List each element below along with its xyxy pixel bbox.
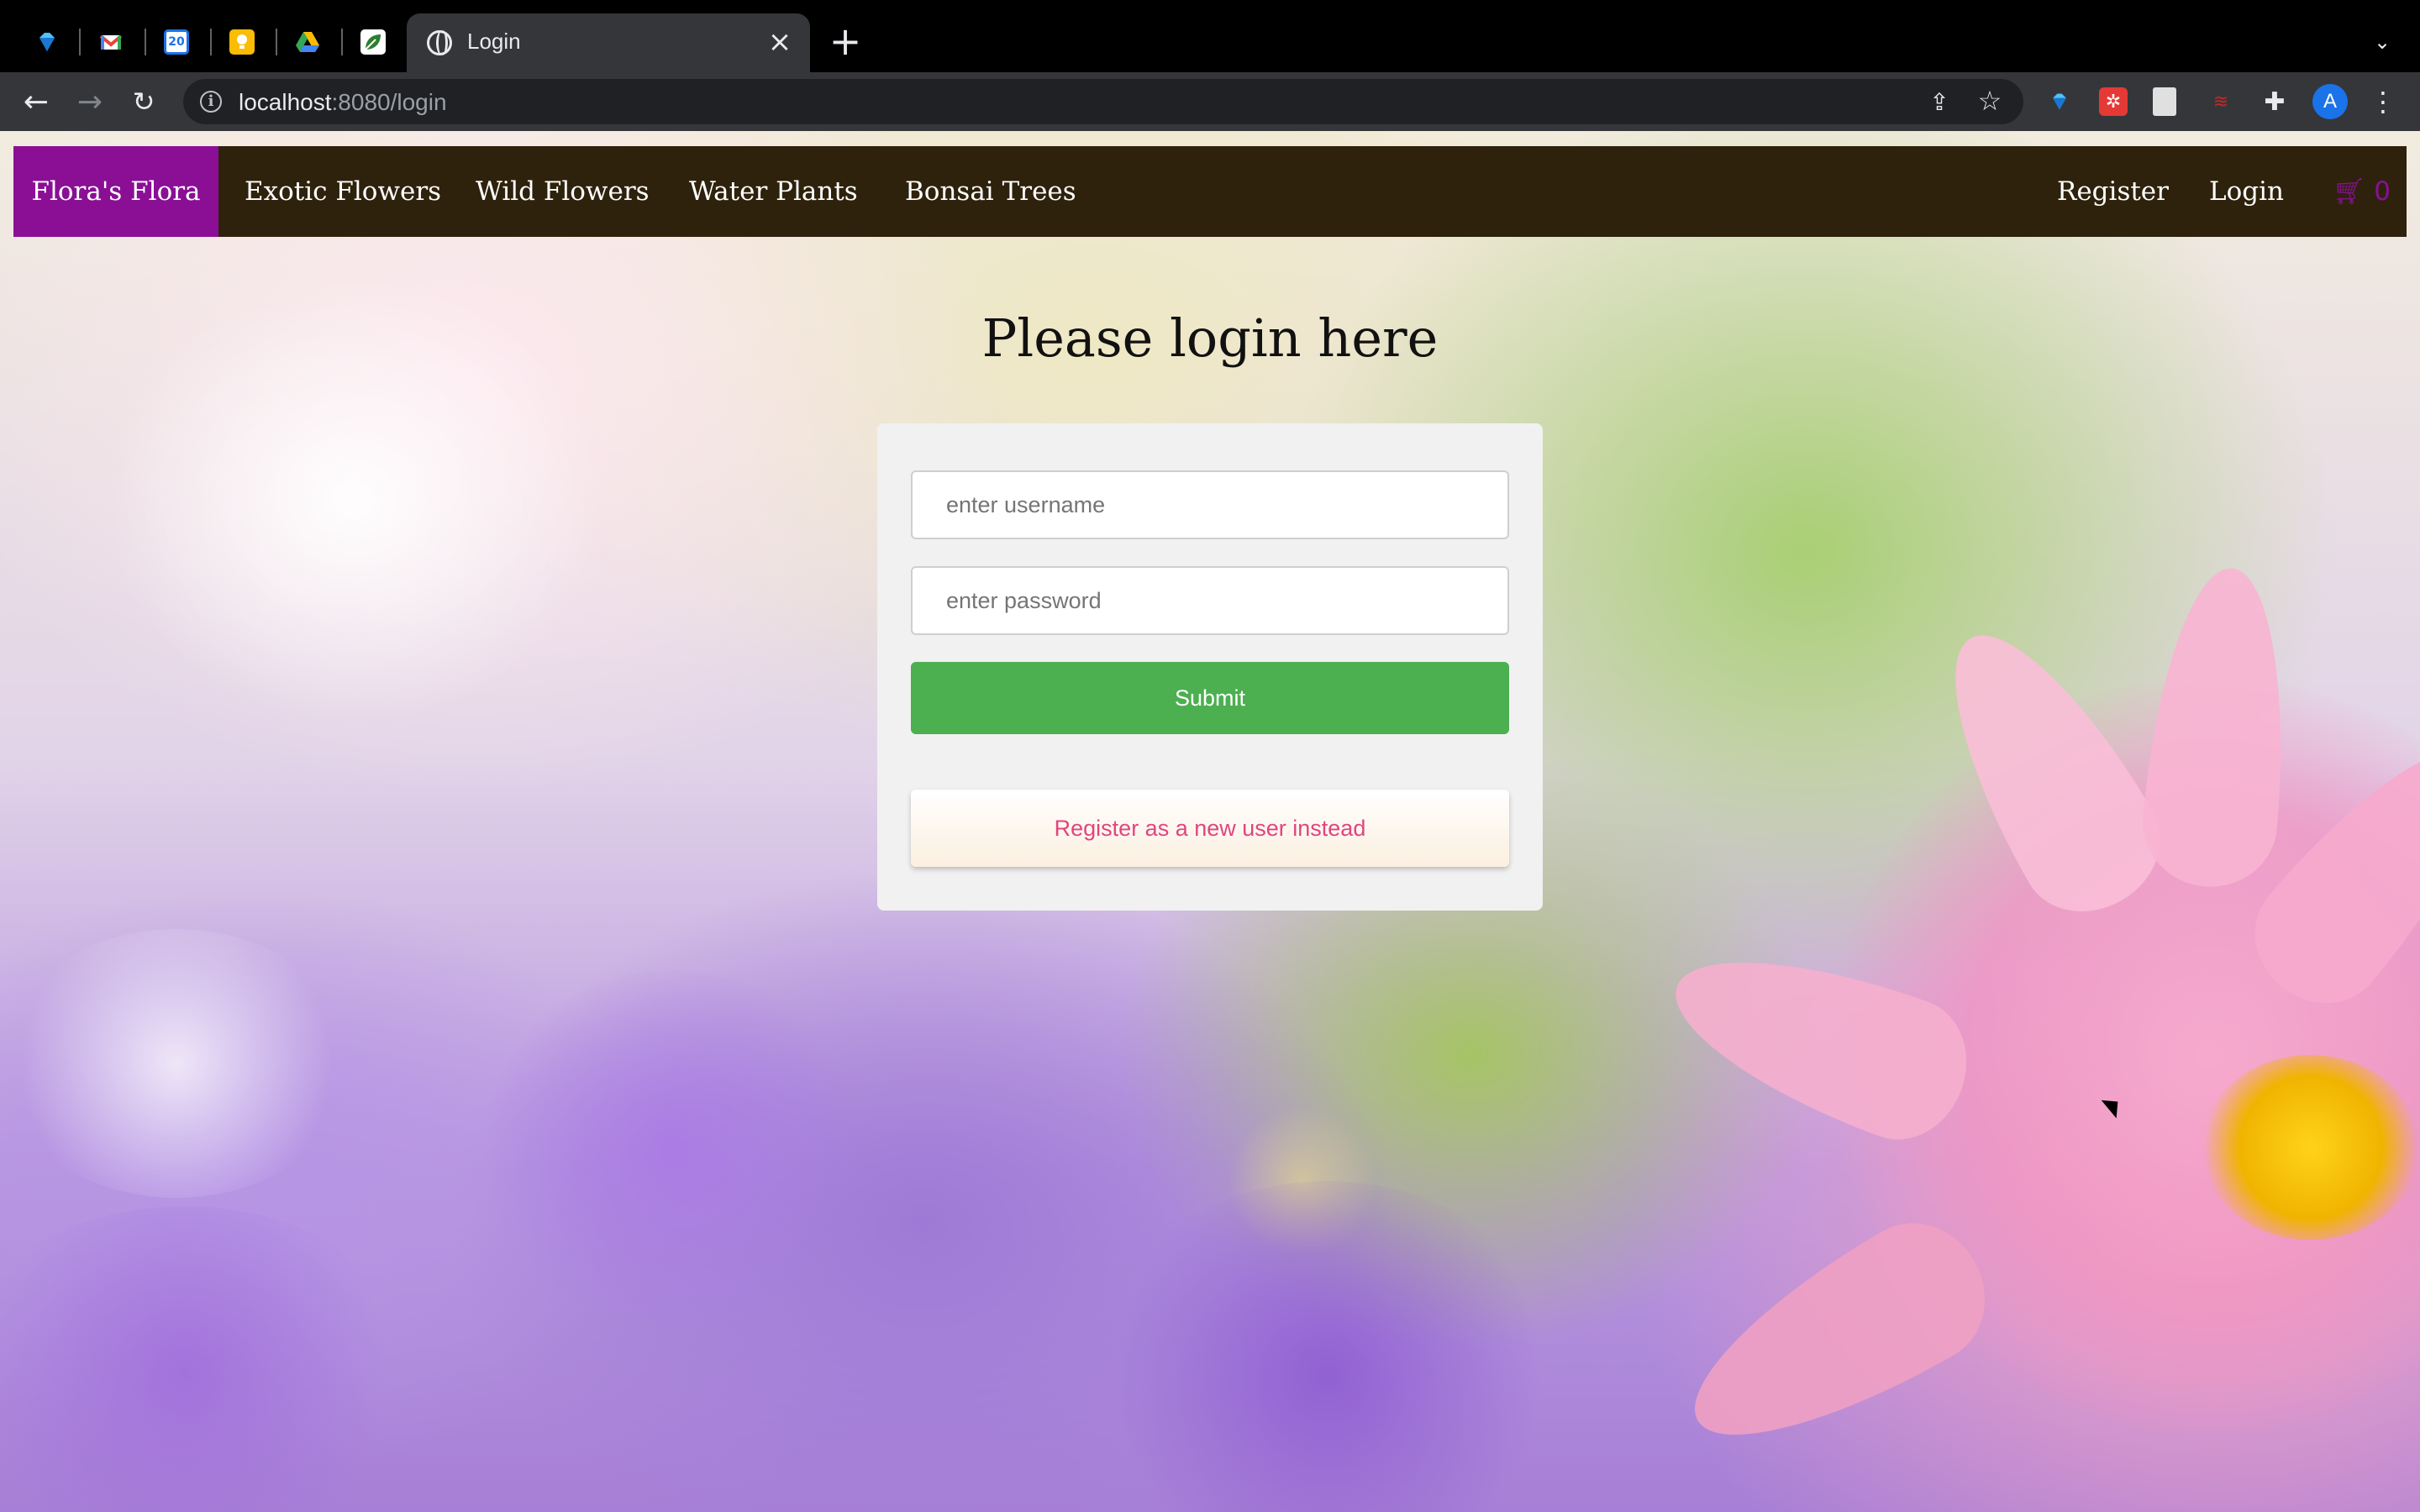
cart-count: 0 <box>2374 176 2391 207</box>
active-tab[interactable]: Login × <box>407 13 810 72</box>
nav-link-exotic-flowers[interactable]: Exotic Flowers <box>245 146 441 237</box>
profile-avatar[interactable]: A <box>2312 84 2348 119</box>
pinned-tab-calendar[interactable]: 20 <box>153 18 200 66</box>
nav-link-bonsai-trees[interactable]: Bonsai Trees <box>905 146 1076 237</box>
register-instead-button[interactable]: Register as a new user instead <box>911 790 1509 867</box>
purple-flower-cluster <box>1092 1181 1563 1512</box>
dahlia-center <box>2202 1055 2420 1240</box>
tab-separator <box>145 29 146 55</box>
tab-separator <box>341 29 343 55</box>
purple-flower-cluster <box>471 971 874 1324</box>
back-arrow-icon[interactable]: ← <box>15 81 57 123</box>
brand-logo-link[interactable]: Flora's Flora <box>13 146 218 237</box>
pinned-tab-gmail[interactable] <box>87 18 134 66</box>
submit-button[interactable]: Submit <box>911 662 1509 734</box>
bookmark-star-icon[interactable]: ☆ <box>1973 84 2007 118</box>
globe-icon <box>427 30 452 55</box>
drive-icon <box>295 29 320 55</box>
close-tab-icon[interactable]: × <box>763 25 797 59</box>
pinned-tab-drive[interactable] <box>284 18 331 66</box>
browser-toolbar: ← → ↻ i localhost:8080/login ⇪ ☆ ✲ ≋ ✚ A… <box>0 72 2420 131</box>
shopping-cart-icon: 🛒︎ <box>2333 176 2366 207</box>
dahlia-petal <box>1661 1199 2011 1483</box>
pinned-tab-leaf[interactable] <box>350 18 397 66</box>
document-extension-icon[interactable] <box>2153 87 2176 116</box>
password-input[interactable] <box>911 566 1509 635</box>
forward-arrow-icon[interactable]: → <box>69 81 111 123</box>
tab-search-chevron-icon[interactable]: ⌄ <box>2361 25 2403 59</box>
tab-separator <box>79 29 81 55</box>
nav-link-wild-flowers[interactable]: Wild Flowers <box>476 146 650 237</box>
keep-icon <box>229 29 255 55</box>
url-path: :8080/login <box>331 89 447 115</box>
tab-separator <box>210 29 212 55</box>
white-highlight <box>0 929 353 1198</box>
nav-link-register[interactable]: Register <box>2057 146 2169 237</box>
stripes-extension-icon[interactable]: ≋ <box>2207 87 2235 116</box>
calendar-icon: 20 <box>164 29 189 55</box>
leaf-icon <box>360 29 386 55</box>
page-viewport: Flora's Flora Exotic Flowers Wild Flower… <box>0 131 2420 1512</box>
browser-menu-icon[interactable]: ⋮ <box>2366 84 2400 119</box>
diamond-extension-icon[interactable] <box>2045 87 2074 116</box>
url-host: localhost <box>239 89 332 115</box>
pinned-tab-diamond[interactable] <box>24 18 71 66</box>
pinned-tab-keep[interactable] <box>218 18 266 66</box>
tab-separator <box>276 29 277 55</box>
extensions-puzzle-icon[interactable]: ✚ <box>2260 87 2289 117</box>
nav-link-water-plants[interactable]: Water Plants <box>689 146 858 237</box>
username-input[interactable] <box>911 470 1509 539</box>
new-tab-button[interactable]: + <box>829 22 862 60</box>
tab-title: Login <box>467 29 521 54</box>
purple-flower-cluster <box>0 1206 420 1512</box>
diamond-icon <box>34 29 60 55</box>
url-text[interactable]: localhost:8080/login <box>239 89 447 116</box>
gmail-icon <box>98 29 124 55</box>
login-form: Submit Register as a new user instead <box>877 423 1543 911</box>
page-title: Please login here <box>981 307 1439 369</box>
site-navbar: Flora's Flora Exotic Flowers Wild Flower… <box>13 146 2407 237</box>
info-icon[interactable]: i <box>200 91 222 113</box>
nav-link-login[interactable]: Login <box>2209 146 2284 237</box>
puzzle-grid-extension-icon[interactable]: ✲ <box>2099 87 2128 116</box>
share-icon[interactable]: ⇪ <box>1923 86 1956 119</box>
browser-tab-strip: 20 Login × + ⌄ <box>0 0 2420 72</box>
address-bar[interactable]: i localhost:8080/login ⇪ ☆ <box>183 79 2023 124</box>
cart-link[interactable]: 🛒︎ 0 <box>2333 146 2391 237</box>
reload-icon[interactable]: ↻ <box>123 81 165 123</box>
